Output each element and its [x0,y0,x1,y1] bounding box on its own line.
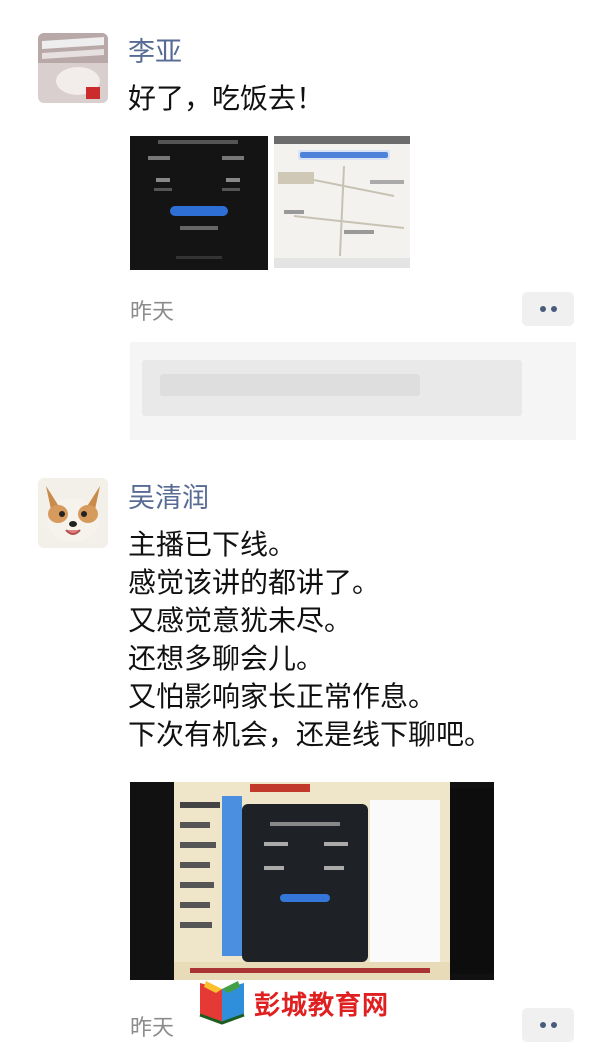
post-text-line: 主播已下线。 [128,528,297,561]
post-text-line: 下次有机会，还是线下聊吧。 [128,718,493,751]
avatar[interactable] [38,478,108,548]
ellipsis-icon-dot [551,1022,557,1028]
post-image-3[interactable] [130,782,494,980]
books-logo-icon [199,981,245,1025]
post-text-line: 还想多聊会儿。 [128,642,325,675]
post-text-line: 又怕影响家长正常作息。 [128,680,437,713]
moment-post-2: 吴清润 主播已下线。 感觉该讲的都讲了。 又感觉意犹未尽。 还想多聊会儿。 又怕… [0,0,600,1054]
post-time: 昨天 [130,1016,175,1041]
corgi-dog-icon [38,478,108,548]
watermark-text: 彭城教育网 [254,990,390,1021]
post-text-line: 感觉该讲的都讲了。 [128,566,381,599]
post-text: 主播已下线。 感觉该讲的都讲了。 又感觉意犹未尽。 还想多聊会儿。 又怕影响家长… [128,526,492,754]
more-actions-button[interactable] [522,1008,574,1042]
post-text-line: 又感觉意犹未尽。 [128,604,353,637]
presentation-screenshot-image [130,782,494,980]
author-name[interactable]: 吴清润 [128,482,209,516]
ellipsis-icon [540,1022,546,1028]
watermark: 彭城教育网 [196,978,389,1028]
